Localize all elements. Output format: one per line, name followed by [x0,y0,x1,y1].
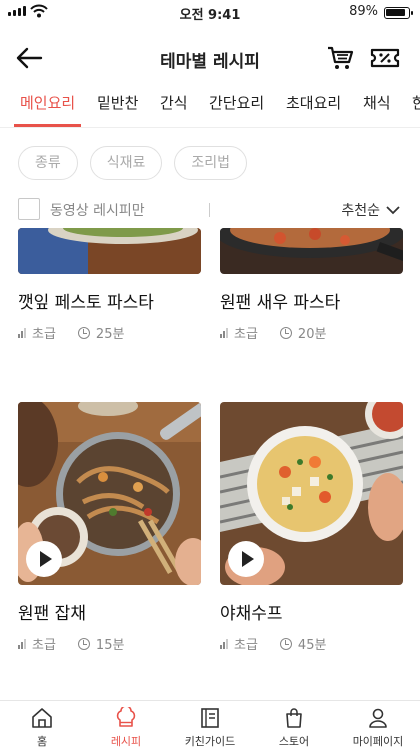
recipe-photo [220,228,403,274]
recipe-photo [18,402,201,585]
nav-store[interactable]: 스토어 [252,707,336,749]
filter-type-chip[interactable]: 종류 [18,146,78,180]
filter-chips: 종류 식재료 조리법 [18,146,248,180]
nav-home[interactable]: 홈 [0,707,84,749]
play-video-icon[interactable] [26,541,62,577]
battery-percent: 89% [349,4,378,19]
recipe-level: 초급 [32,327,56,342]
tab-vegetarian[interactable]: 채식 [363,92,391,113]
recipe-photo [220,402,403,585]
video-only-label[interactable]: 동영상 레시피만 [50,200,145,220]
nav-kitchen-guide-label: 키친가이드 [184,735,236,748]
page-title: 테마별 레시피 [160,52,260,72]
level-bars-icon [18,638,26,649]
tab-main-dish[interactable]: 메인요리 [20,92,75,113]
sort-dropdown[interactable]: 추천순 [341,200,400,220]
status-bar: 오전 9:41 89% [0,0,420,26]
level-bars-icon [220,638,228,649]
tab-side-dish[interactable]: 밑반찬 [97,92,138,113]
cart-icon[interactable] [326,44,354,72]
nav-recipe[interactable]: 레시피 [84,707,168,749]
tab-party-dish[interactable]: 초대요리 [286,92,341,113]
video-only-checkbox[interactable] [18,198,40,220]
recipe-photo [18,228,201,274]
recipe-grid: 깻잎 페스토 파스타 초급 25분 원팬 새우 파스타 초급 20분 원팬 잡채… [0,228,420,698]
recipe-name: 원팬 잡채 [18,604,86,624]
recipe-meta: 초급 25분 [18,323,201,342]
recipe-card[interactable]: 깻잎 페스토 파스타 초급 25분 [18,228,201,342]
recipe-time: 20분 [297,327,327,342]
filter-ingredient-chip[interactable]: 식재료 [89,146,163,180]
category-tabs: 메인요리 밑반찬 간식 간단요리 초대요리 채식 한 [0,86,420,128]
recipe-card[interactable]: 원팬 새우 파스타 초급 20분 [220,228,403,342]
nav-home-label: 홈 [36,735,48,748]
recipe-level: 초급 [234,638,258,653]
nav-my-page-label: 마이페이지 [352,735,404,748]
active-tab-indicator [14,124,81,127]
tab-korean[interactable]: 한 [412,92,420,113]
nav-recipe-label: 레시피 [110,735,142,748]
recipe-meta: 초급 20분 [220,323,403,342]
chevron-down-icon [386,205,400,214]
recipe-card[interactable]: 야채수프 초급 45분 [220,402,403,653]
options-row: 동영상 레시피만 추천순 [0,196,420,224]
clock-icon [77,326,90,339]
recipe-time: 15분 [95,638,125,653]
nav-kitchen-guide[interactable]: 키친가이드 [168,707,252,749]
bottom-navigation: 홈 레시피 키친가이드 스토어 마이페이지 [0,700,420,750]
clock-icon [279,637,292,650]
level-bars-icon [220,327,228,338]
recipe-name: 야채수프 [220,604,283,624]
coupon-icon[interactable] [370,45,400,71]
tab-simple-dish[interactable]: 간단요리 [209,92,264,113]
recipe-time: 45분 [297,638,327,653]
recipe-meta: 초급 45분 [220,634,403,653]
battery-icon [384,7,413,19]
recipe-name: 깻잎 페스토 파스타 [18,293,154,313]
filter-method-chip[interactable]: 조리법 [174,146,248,180]
recipe-level: 초급 [32,638,56,653]
recipe-level: 초급 [234,327,258,342]
nav-my-page[interactable]: 마이페이지 [336,707,420,749]
chef-hat-icon [116,707,136,727]
play-video-icon[interactable] [228,541,264,577]
recipe-name: 원팬 새우 파스타 [220,293,341,313]
recipe-meta: 초급 15분 [18,634,201,653]
clock-icon [279,326,292,339]
home-icon [32,708,52,728]
app-header: 테마별 레시피 [0,36,420,80]
tab-snack[interactable]: 간식 [160,92,188,113]
clock-icon [77,637,90,650]
recipe-time: 25분 [95,327,125,342]
shopping-bag-icon [286,708,302,728]
level-bars-icon [18,327,26,338]
person-icon [369,708,387,728]
book-icon [201,708,219,728]
sort-label: 추천순 [341,203,380,219]
divider [209,203,210,217]
recipe-card[interactable]: 원팬 잡채 초급 15분 [18,402,201,653]
nav-store-label: 스토어 [278,735,310,748]
